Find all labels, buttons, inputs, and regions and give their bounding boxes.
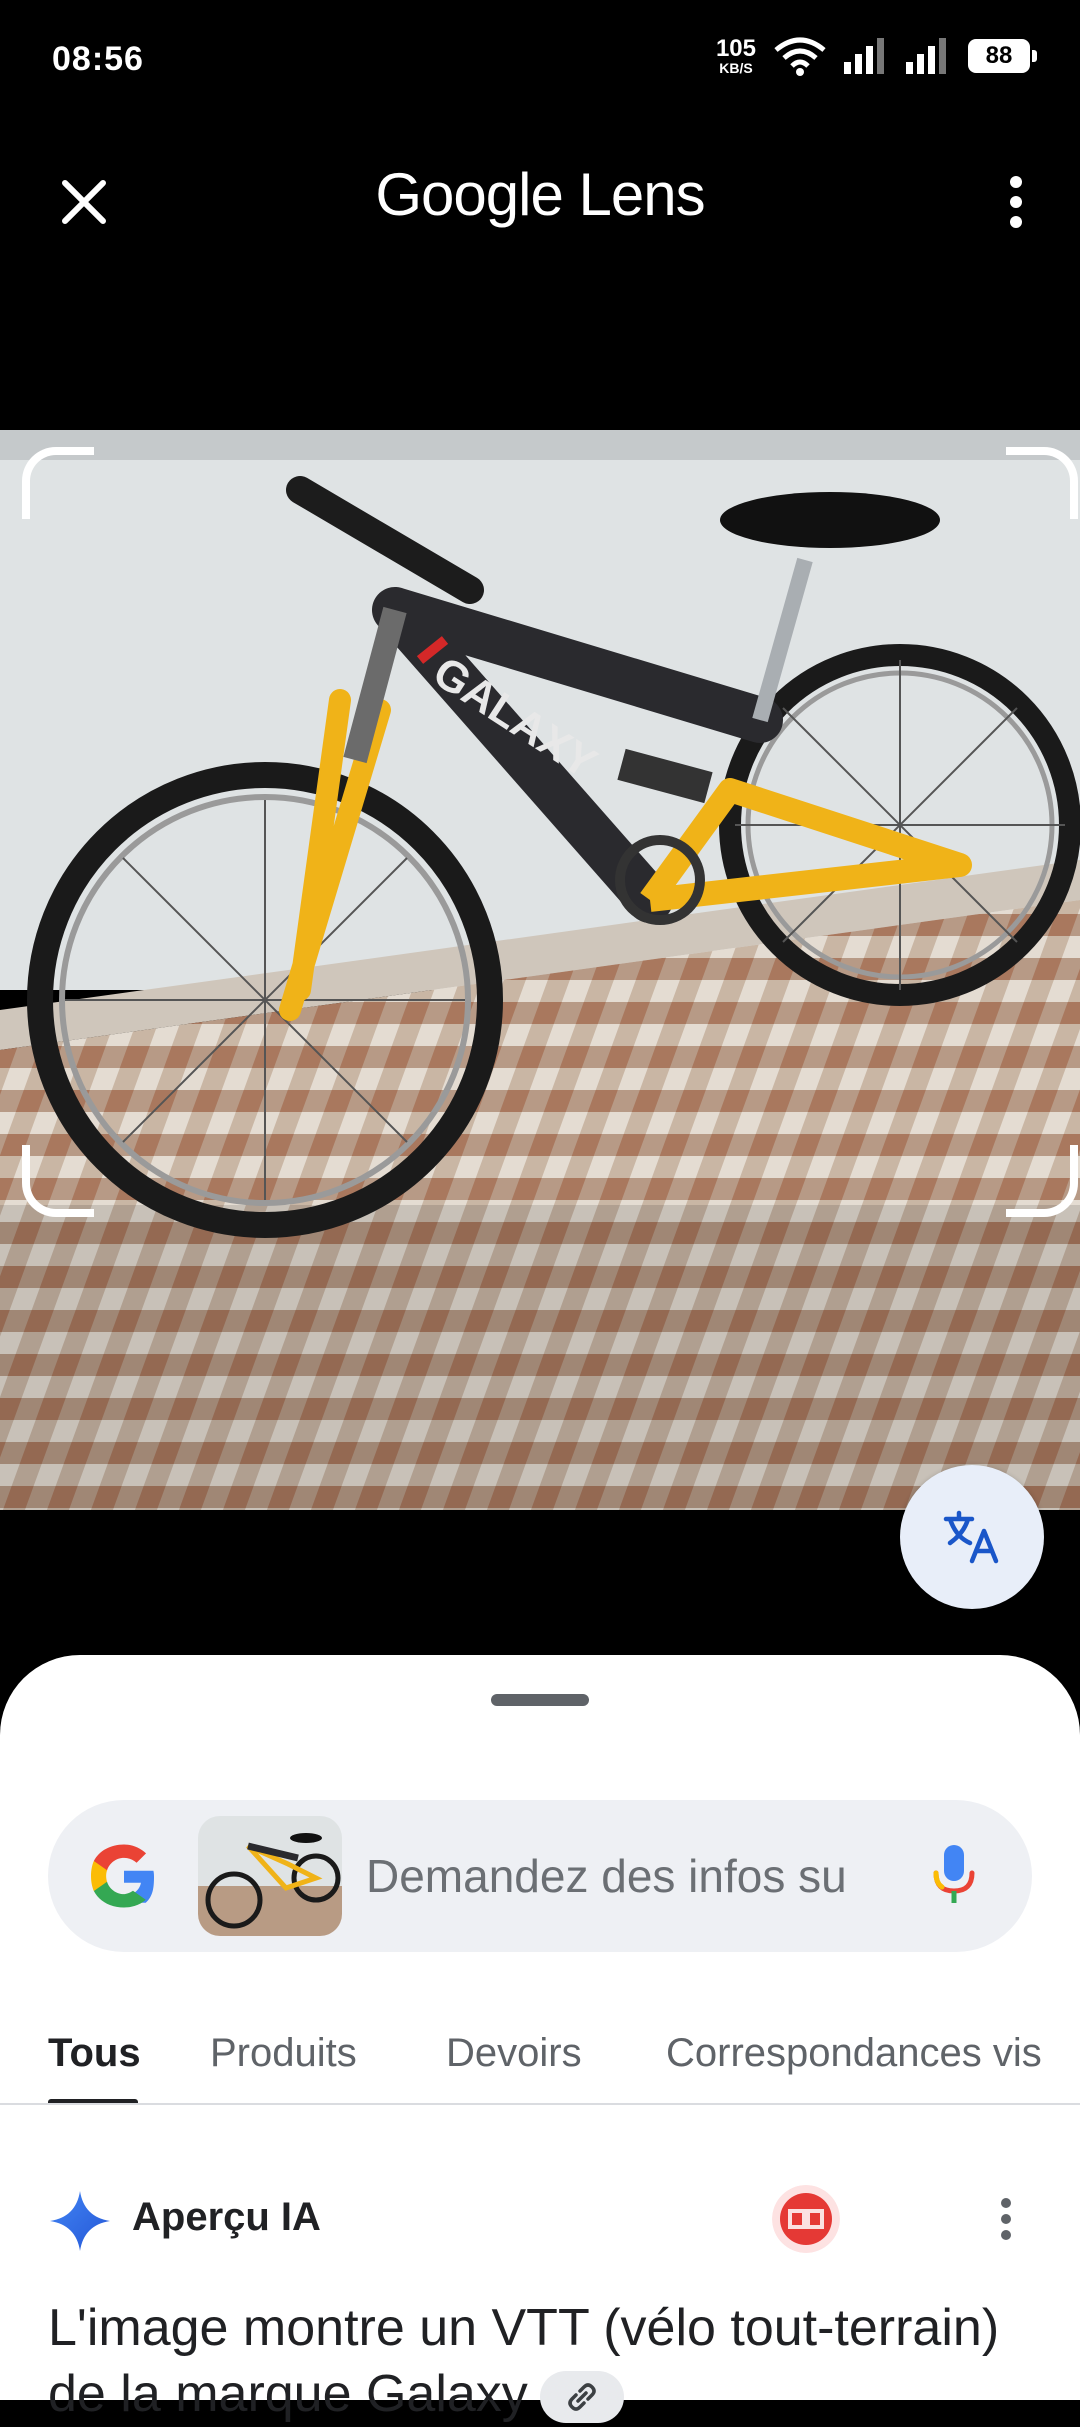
translate-button[interactable] xyxy=(900,1465,1044,1609)
status-icons: 105 KB/S 88 xyxy=(715,35,1037,76)
more-vert-icon xyxy=(1010,176,1022,228)
active-tab-indicator xyxy=(48,2099,138,2103)
status-bar: 08:56 105 KB/S 88 xyxy=(0,0,1080,125)
signal-icon xyxy=(906,38,946,74)
ai-overview-text: L'image montre un VTT (vélo tout-terrain… xyxy=(48,2295,1008,2427)
voice-search-button[interactable] xyxy=(914,1836,994,1916)
source-logo-icon xyxy=(772,2185,840,2253)
results-sheet: Tous Produits Devoirs Correspondances vi… xyxy=(0,1655,1080,2424)
ai-overview-body: L'image montre un VTT (vélo tout-terrain… xyxy=(48,2299,1000,2423)
lens-header: Google Lens xyxy=(0,140,1080,250)
source-favicon[interactable] xyxy=(772,2185,840,2253)
google-g-icon xyxy=(91,1844,154,1908)
network-speed-value: 105 xyxy=(715,35,756,62)
search-input[interactable] xyxy=(366,1846,926,1906)
link-icon xyxy=(568,2383,596,2412)
title-brand: Google xyxy=(375,161,563,228)
crop-handle-top-right[interactable] xyxy=(1006,447,1078,519)
ai-overview-title: Aperçu IA xyxy=(132,2195,321,2239)
status-time: 08:56 xyxy=(52,40,144,78)
tab-produits[interactable]: Produits xyxy=(210,2031,357,2076)
bicycle-thumbnail xyxy=(198,1816,342,1936)
battery-icon: 88 xyxy=(968,39,1037,73)
more-options-button[interactable] xyxy=(982,168,1050,236)
ai-overview-header: Aperçu IA xyxy=(0,2165,1080,2265)
source-link-button[interactable] xyxy=(539,2371,624,2424)
ai-overview-menu-button[interactable] xyxy=(980,2189,1032,2249)
more-vert-icon xyxy=(1001,2198,1011,2240)
network-speed-unit: KB/S xyxy=(719,60,753,76)
title-product: Lens xyxy=(578,161,706,228)
tab-tous[interactable]: Tous xyxy=(48,2031,141,2076)
tab-correspondances-visuelles[interactable]: Correspondances vis xyxy=(666,2031,1042,2076)
result-tabs: Tous Produits Devoirs Correspondances vi… xyxy=(0,2005,1080,2105)
crop-handle-bottom-left[interactable] xyxy=(22,1145,94,1217)
page-title: Google Lens xyxy=(0,160,1080,229)
signal-icon xyxy=(844,38,884,74)
crop-handle-bottom-right[interactable] xyxy=(1006,1145,1078,1217)
image-thumbnail[interactable] xyxy=(198,1816,342,1936)
sparkle-icon xyxy=(50,2191,110,2251)
mic-icon xyxy=(933,1845,975,1903)
tab-devoirs[interactable]: Devoirs xyxy=(446,2031,582,2076)
drag-handle[interactable] xyxy=(491,1694,589,1706)
bicycle-photo: GALAXY xyxy=(0,430,1080,1510)
wifi-icon xyxy=(774,37,826,76)
translate-icon xyxy=(943,1510,999,1564)
network-speed: 105 KB/S xyxy=(715,35,756,76)
search-image[interactable]: GALAXY xyxy=(0,430,1080,1510)
crop-handle-top-left[interactable] xyxy=(22,447,94,519)
search-bar[interactable] xyxy=(48,1800,1032,1952)
